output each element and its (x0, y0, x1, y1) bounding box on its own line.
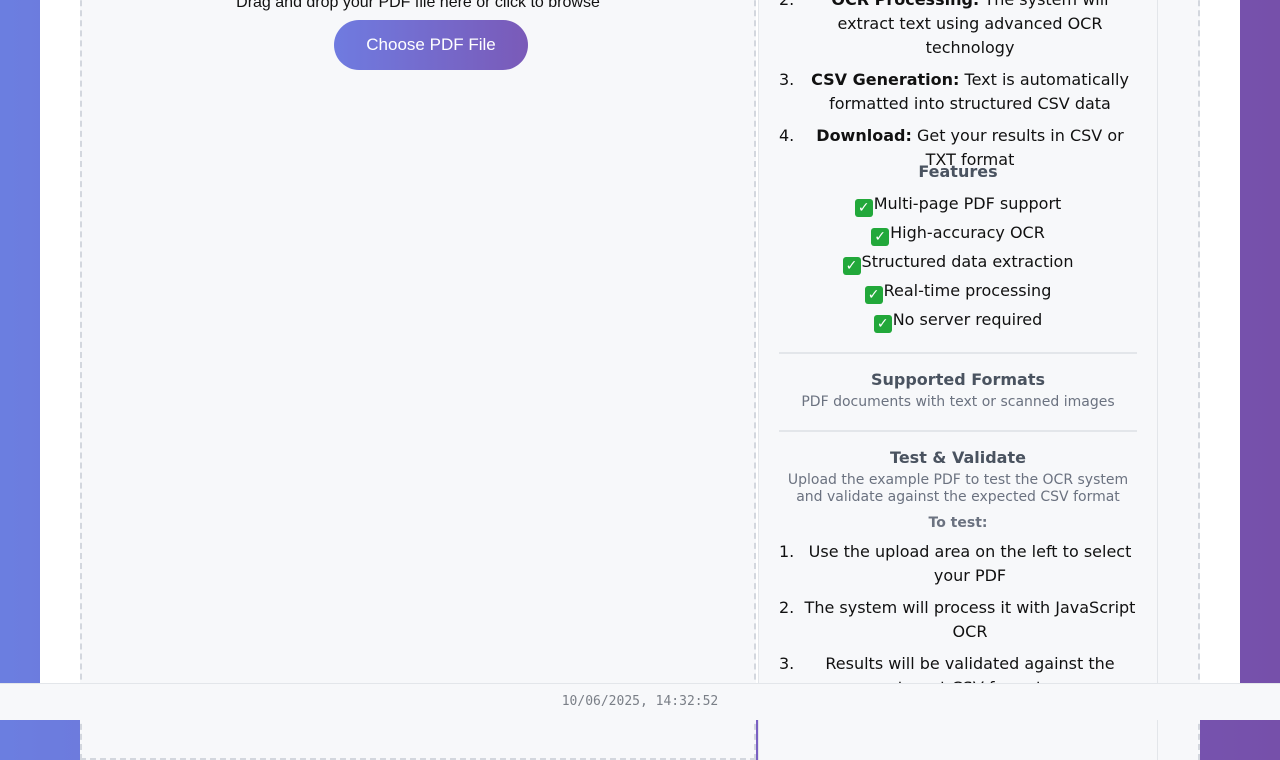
list-item: ✓ Structured data extraction (779, 249, 1137, 278)
step-number: 2. (779, 0, 803, 60)
checkmark-icon: ✓ (854, 199, 873, 217)
step-text: The system will process it with JavaScri… (804, 598, 1136, 641)
list-item: 2. OCR Processing: The system will extra… (779, 0, 1137, 60)
feature-label: No server required (892, 310, 1043, 329)
test-validate-title: Test & Validate (890, 448, 1026, 467)
list-item: ✓ Multi-page PDF support (779, 191, 1137, 220)
footer-timestamp-bar: 10/06/2025, 14:32:52 (0, 683, 1280, 720)
supported-formats-text: PDF documents with text or scanned image… (801, 394, 1115, 410)
list-item: 3. CSV Generation: Text is automatically… (779, 68, 1137, 116)
step-number: 2. (779, 598, 795, 617)
step-title: Download: (816, 126, 912, 145)
list-item: 2. The system will process it with JavaS… (779, 596, 1137, 644)
step-text: CSV Generation: Text is automatically fo… (803, 68, 1137, 116)
main-container: Drag and drop your PDF file here or clic… (40, 0, 1240, 760)
supported-formats-title: Supported Formats (870, 370, 1046, 389)
feature-label: Multi-page PDF support (873, 194, 1062, 213)
divider (779, 430, 1137, 432)
step-title: OCR Processing: (831, 0, 979, 9)
checkmark-icon: ✓ (864, 286, 883, 304)
pdf-upload-dropzone[interactable]: Drag and drop your PDF file here or clic… (80, 0, 756, 760)
checkmark-icon: ✓ (842, 257, 861, 275)
feature-label: High-accuracy OCR (890, 223, 1045, 242)
checkmark-icon: ✓ (873, 315, 892, 333)
to-test-label: To test: (928, 515, 988, 531)
features-title: Features (918, 162, 998, 181)
checkmark-icon: ✓ (871, 228, 890, 246)
test-validate-section: Test & Validate Upload the example PDF t… (779, 430, 1137, 708)
step-number: 3. (779, 70, 795, 89)
test-steps: 1. Use the upload area on the left to se… (779, 540, 1137, 700)
step-title: CSV Generation: (811, 70, 960, 89)
list-item: ✓ High-accuracy OCR (779, 220, 1137, 249)
divider (779, 352, 1137, 354)
step-text: OCR Processing: The system will extract … (803, 0, 1137, 60)
how-it-works-steps: 2. OCR Processing: The system will extra… (779, 0, 1137, 172)
info-panel: 2. OCR Processing: The system will extra… (758, 0, 1158, 760)
info-column: 2. OCR Processing: The system will extra… (758, 0, 1200, 760)
list-item: ✓ No server required (779, 307, 1137, 336)
drag-drop-instructions: Drag and drop your PDF file here or clic… (236, 0, 600, 11)
features-list: ✓ Multi-page PDF support ✓ High-accuracy O… (779, 191, 1137, 336)
supported-formats-section: Supported Formats PDF documents with tex… (779, 352, 1137, 411)
timestamp: 10/06/2025, 14:32:52 (561, 694, 719, 709)
feature-label: Real-time processing (883, 281, 1052, 300)
choose-pdf-button[interactable]: Choose PDF File (334, 20, 528, 70)
feature-label: Structured data extraction (861, 252, 1074, 271)
test-validate-text: Upload the example PDF to test the OCR s… (787, 472, 1129, 505)
step-text: Use the upload area on the left to selec… (808, 542, 1132, 585)
list-item: 1. Use the upload area on the left to se… (779, 540, 1137, 588)
features-section: Features ✓ Multi-page PDF support ✓ High-a… (779, 162, 1137, 336)
step-number: 1. (779, 542, 795, 561)
how-it-works: 2. OCR Processing: The system will extra… (779, 0, 1137, 180)
list-item: ✓ Real-time processing (779, 278, 1137, 307)
